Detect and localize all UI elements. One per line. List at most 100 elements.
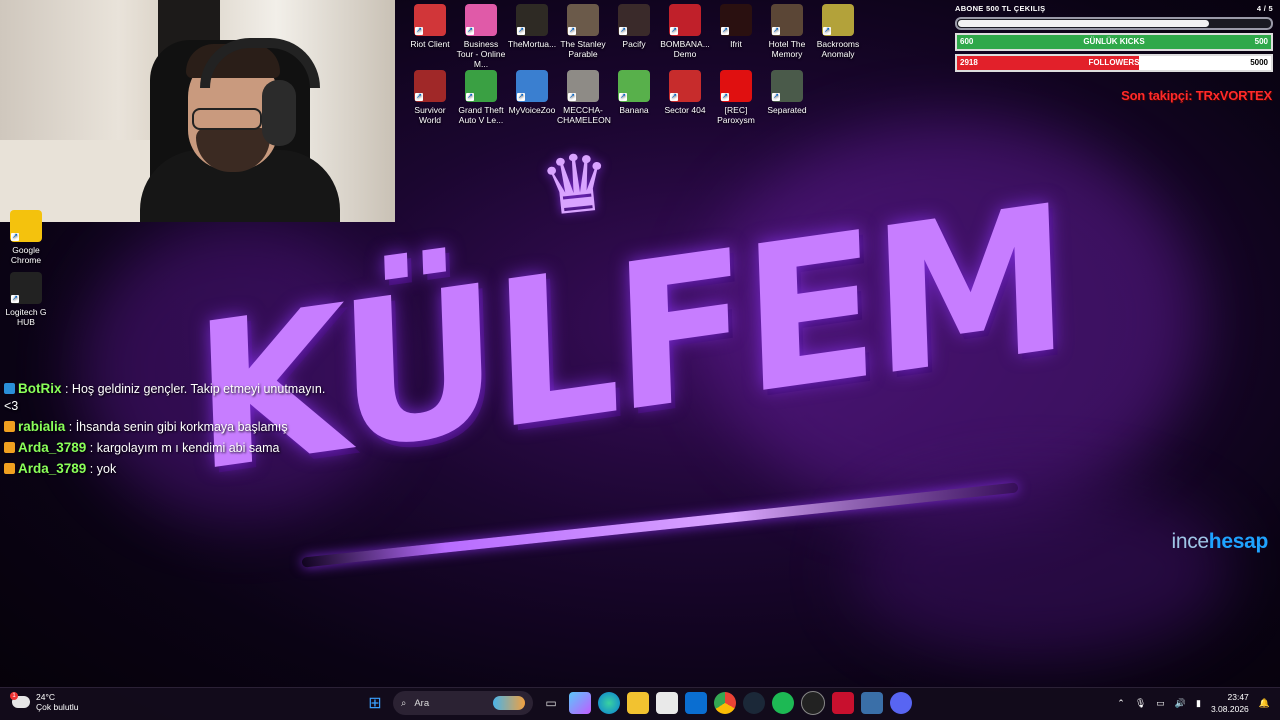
- sector-icon: ↗: [669, 70, 701, 102]
- desktop-icon[interactable]: ↗ Pacify: [608, 4, 660, 49]
- desktop-icon[interactable]: ↗ Riot Client: [404, 4, 456, 49]
- weather-temp: 24°C: [36, 692, 55, 702]
- mortuary-icon: ↗: [516, 4, 548, 36]
- backrooms-icon: ↗: [822, 4, 854, 36]
- desktop-icon-label: Backrooms Anomaly: [816, 39, 860, 59]
- weather-widget[interactable]: 1 24°C Çok bulutlu: [10, 692, 79, 712]
- edge-icon[interactable]: [598, 692, 620, 714]
- meccha-icon: ↗: [567, 70, 599, 102]
- flame-badge-icon: [4, 421, 15, 432]
- chat-text: : yok: [89, 462, 117, 476]
- desktop-icon[interactable]: ↗ Ifrit: [710, 4, 762, 49]
- desktop-icon-label: Riot Client: [410, 39, 450, 49]
- store-icon[interactable]: [656, 692, 678, 714]
- chat-username: Arda_3789: [18, 461, 87, 476]
- chat-message: rabialia : İhsanda senin gibi korkmaya b…: [4, 418, 334, 436]
- app-red-icon[interactable]: [832, 692, 854, 714]
- microphone-icon[interactable]: 🎙: [1135, 698, 1146, 709]
- desktop-icon[interactable]: ↗ Backrooms Anomaly: [812, 4, 864, 59]
- followers-bar: 2918 FOLLOWERS 5000: [955, 54, 1273, 72]
- chrome-taskbar-icon[interactable]: [714, 692, 736, 714]
- clock[interactable]: 23:47 3.08.2026: [1211, 691, 1249, 715]
- bot-badge-icon: [4, 383, 15, 394]
- goal-title: ABONE 500 TL ÇEKILIŞ: [955, 4, 1046, 13]
- search-box[interactable]: ⌕ Ara: [393, 691, 533, 715]
- desktop-icon-label: TheMortua...: [507, 39, 557, 49]
- battery-icon[interactable]: ▮: [1196, 698, 1201, 709]
- shortcut-arrow-icon: ↗: [11, 295, 19, 303]
- pacify-icon: ↗: [618, 4, 650, 36]
- shortcut-arrow-icon: ↗: [670, 93, 678, 101]
- hotel-icon: ↗: [771, 4, 803, 36]
- chat-text: : İhsanda senin gibi korkmaya başlamış: [68, 420, 288, 434]
- desktop-icon[interactable]: ↗ MECCHA-CHAMELEON: [557, 70, 611, 125]
- search-icon: ⌕: [401, 697, 407, 709]
- desktop-icon[interactable]: ↗ The Stanley Parable: [557, 4, 609, 59]
- chat-username: Arda_3789: [18, 440, 87, 455]
- desktop-icon[interactable]: ↗ TheMortua...: [506, 4, 558, 49]
- task-view-icon[interactable]: ▭: [540, 692, 562, 714]
- desktop-icon-label: The Stanley Parable: [560, 39, 606, 59]
- desktop-icon[interactable]: ↗ Google Chrome: [0, 210, 52, 265]
- survivor-icon: ↗: [414, 70, 446, 102]
- desktop-icon[interactable]: ↗ Sector 404: [659, 70, 711, 115]
- separated-icon: ↗: [771, 70, 803, 102]
- spotify-icon[interactable]: [772, 692, 794, 714]
- kicks-bar: 600 GÜNLÜK KICKS 500: [955, 33, 1273, 51]
- volume-icon[interactable]: 🔊: [1175, 698, 1186, 709]
- copilot-icon[interactable]: [569, 692, 591, 714]
- shortcut-arrow-icon: ↗: [415, 27, 423, 35]
- desktop-icon[interactable]: ↗ Separated: [761, 70, 813, 115]
- goal-progress-bar: [955, 17, 1273, 30]
- clock-time: 23:47: [1227, 692, 1249, 702]
- followers-target: 5000: [1250, 58, 1268, 67]
- obs-icon[interactable]: [801, 691, 825, 715]
- myvoicezoo-icon: ↗: [516, 70, 548, 102]
- desktop-icon-label: Google Chrome: [10, 245, 42, 265]
- banana-icon: ↗: [618, 70, 650, 102]
- desktop-icon-label: Business Tour - Online M...: [456, 39, 506, 69]
- desktop-icon[interactable]: ↗ [REC] Paroxysm: [710, 70, 762, 125]
- shortcut-arrow-icon: ↗: [568, 27, 576, 35]
- outlook-icon[interactable]: [685, 692, 707, 714]
- stanley-icon: ↗: [567, 4, 599, 36]
- bombana-icon: ↗: [669, 4, 701, 36]
- flame-badge-icon: [4, 442, 15, 453]
- desktop-icon[interactable]: ↗ Banana: [608, 70, 660, 115]
- goal-count: 4 / 5: [1256, 4, 1273, 13]
- clock-date: 3.08.2026: [1210, 704, 1249, 714]
- incehesap-logo: incehesap: [1171, 530, 1268, 553]
- steam-icon[interactable]: [743, 692, 765, 714]
- chat-message: BotRix : Hoş geldiniz gençler. Takip etm…: [4, 380, 334, 415]
- shortcut-arrow-icon: ↗: [415, 93, 423, 101]
- logitech-icon: ↗: [10, 272, 42, 304]
- rec-icon: ↗: [720, 70, 752, 102]
- desktop-icon[interactable]: ↗ BOMBANA... Demo: [659, 4, 711, 59]
- windows-start-icon[interactable]: ⊞: [364, 692, 386, 714]
- desktop-icon[interactable]: ↗ Survivor World: [404, 70, 456, 125]
- file-explorer-icon[interactable]: [627, 692, 649, 714]
- shortcut-arrow-icon: ↗: [517, 27, 525, 35]
- gta-icon: ↗: [465, 70, 497, 102]
- display-icon[interactable]: ▭: [1156, 698, 1165, 709]
- desktop-icon[interactable]: ↗ Business Tour - Online M...: [455, 4, 507, 69]
- desktop-icon[interactable]: ↗ MyVoiceZoo: [506, 70, 558, 115]
- shortcut-arrow-icon: ↗: [11, 233, 19, 241]
- chat-message: Arda_3789 : yok: [4, 460, 334, 478]
- shortcut-arrow-icon: ↗: [670, 27, 678, 35]
- shortcut-arrow-icon: ↗: [772, 93, 780, 101]
- chevron-up-icon[interactable]: ⌃: [1117, 698, 1125, 709]
- webcam-feed: [0, 0, 395, 222]
- app-settings-icon[interactable]: [861, 692, 883, 714]
- discord-icon[interactable]: [890, 692, 912, 714]
- desktop-icon-label: Banana: [619, 105, 649, 115]
- notification-icon[interactable]: 🔔: [1259, 698, 1270, 709]
- desktop-icon[interactable]: ↗ Hotel The Memory: [761, 4, 813, 59]
- system-tray: ⌃ 🎙 ▭ 🔊 ▮ 23:47 3.08.2026 🔔: [1117, 691, 1270, 715]
- desktop-icon[interactable]: ↗ Logitech G HUB: [0, 272, 52, 327]
- shortcut-arrow-icon: ↗: [619, 93, 627, 101]
- desktop-icon[interactable]: ↗ Grand Theft Auto V Le...: [455, 70, 507, 125]
- desktop-icon-label: Sector 404: [664, 105, 706, 115]
- kicks-target: 500: [1254, 37, 1268, 46]
- desktop-icon-label: Pacify: [622, 39, 646, 49]
